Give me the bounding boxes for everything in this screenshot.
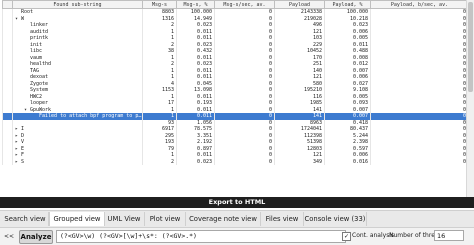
- substring-label: S: [21, 158, 25, 165]
- substring-label: Zygote: [30, 80, 49, 87]
- column-header-payload-per-sec[interactable]: Payload, b/sec, av.: [370, 0, 469, 9]
- cell-payload-per-sec: 0: [370, 158, 469, 165]
- substring-label: F: [21, 152, 25, 159]
- collapse-button[interactable]: <<: [2, 231, 16, 242]
- table-body: Root 8803 100.000 0 2143338 100.000 0 ▾ W 1316 14.…: [2, 8, 469, 165]
- cell-expand: [2, 158, 13, 165]
- tab-console-view[interactable]: Console view (33): [304, 212, 367, 226]
- tab-grouped-view[interactable]: Grouped view: [49, 212, 105, 226]
- column-header-payload-percent[interactable]: Payload, %: [324, 0, 371, 9]
- view-tabs: Search view Grouped view UML View Plot v…: [0, 210, 474, 227]
- substring-label: V: [21, 139, 25, 146]
- cell-payload-percent: 0.016: [324, 158, 371, 165]
- cell-msgs-per-sec: 0: [214, 8, 275, 16]
- cell-msgs-percent: 100.000: [176, 8, 215, 16]
- substring-label: D: [21, 132, 25, 139]
- tab-coverage-note-view[interactable]: Coverage note view: [186, 212, 261, 226]
- regex-input[interactable]: (?<GV>\w) (?<GV>[\w]+\s*: (?<GV>.*): [56, 230, 346, 243]
- scrollbar-thumb[interactable]: [468, 2, 473, 92]
- cont-analysis-label: Cont. analysis: [352, 232, 395, 239]
- cell-msgs-percent: 0.023: [176, 158, 215, 165]
- column-header-expand[interactable]: [2, 0, 13, 9]
- substring-label: HWC2: [30, 93, 43, 100]
- cont-analysis-checkbox[interactable]: ✓: [342, 232, 351, 241]
- substring-label: I: [21, 126, 25, 133]
- tab-uml-view[interactable]: UML View: [104, 212, 145, 226]
- substring-label: dexoat: [30, 74, 49, 81]
- substring-label: printk: [30, 35, 49, 42]
- threads-input[interactable]: 16: [434, 230, 464, 241]
- cell-substring: Root: [12, 8, 143, 16]
- cell-msgs: 2: [142, 158, 177, 165]
- substring-label: init: [30, 41, 43, 48]
- column-header-msgs[interactable]: Msg-s: [142, 0, 177, 9]
- grouped-results-panel: Found sub-string Msg-s Msg-s, % Msg-s/se…: [0, 0, 474, 197]
- cell-payload-per-sec: 0: [370, 8, 469, 16]
- substring-label: looper: [30, 100, 49, 107]
- column-header-msgs-per-sec[interactable]: Msg-s/sec, av.: [214, 0, 275, 9]
- tab-search-view[interactable]: Search view: [2, 212, 49, 226]
- table-header-row: Found sub-string Msg-s Msg-s, % Msg-s/se…: [2, 0, 469, 9]
- cell-payload: 349: [274, 158, 325, 165]
- substring-label: W: [21, 15, 25, 22]
- substring-label: auditd: [30, 28, 49, 35]
- substring-label: vaum: [30, 54, 43, 61]
- substring-label: linker: [30, 22, 49, 29]
- cell-expand: [2, 8, 13, 16]
- substring-label: Root: [21, 9, 34, 16]
- substring-label: TAG: [30, 67, 40, 74]
- grouped-results-table: Found sub-string Msg-s Msg-s, % Msg-s/se…: [2, 0, 469, 165]
- vertical-scrollbar[interactable]: [466, 0, 474, 197]
- export-to-html-button[interactable]: Export to HTML: [0, 197, 474, 208]
- substring-label: Failed to attach bpf program to p…: [39, 113, 142, 120]
- substring-label: libc: [30, 48, 43, 55]
- substring-label: healthd: [30, 61, 52, 68]
- cell-payload-percent: 100.000: [324, 8, 371, 16]
- column-header-payload[interactable]: Payload: [274, 0, 325, 9]
- column-header-substring[interactable]: Found sub-string: [12, 0, 143, 9]
- table-row[interactable]: ▸ S 2 0.023 0 349 0.016 0: [2, 158, 469, 165]
- cell-substring: ▸ S: [12, 158, 143, 165]
- cell-msgs-per-sec: 0: [214, 158, 275, 165]
- column-header-msgs-percent[interactable]: Msg-s, %: [176, 0, 215, 9]
- analyze-button[interactable]: Analyze: [19, 230, 53, 244]
- analysis-toolbar: << Analyze (?<GV>\w) (?<GV>[\w]+\s*: (?<…: [0, 227, 474, 245]
- substring-label: GpuWork: [30, 106, 52, 113]
- cell-payload: 2143338: [274, 8, 325, 16]
- cell-msgs: 8803: [142, 8, 177, 16]
- tab-plot-view[interactable]: Plot view: [145, 212, 186, 226]
- substring-label: E: [21, 145, 25, 152]
- tab-files-view[interactable]: Files view: [261, 212, 304, 226]
- substring-label: System: [30, 87, 49, 94]
- table-row[interactable]: Root 8803 100.000 0 2143338 100.000 0: [2, 8, 469, 16]
